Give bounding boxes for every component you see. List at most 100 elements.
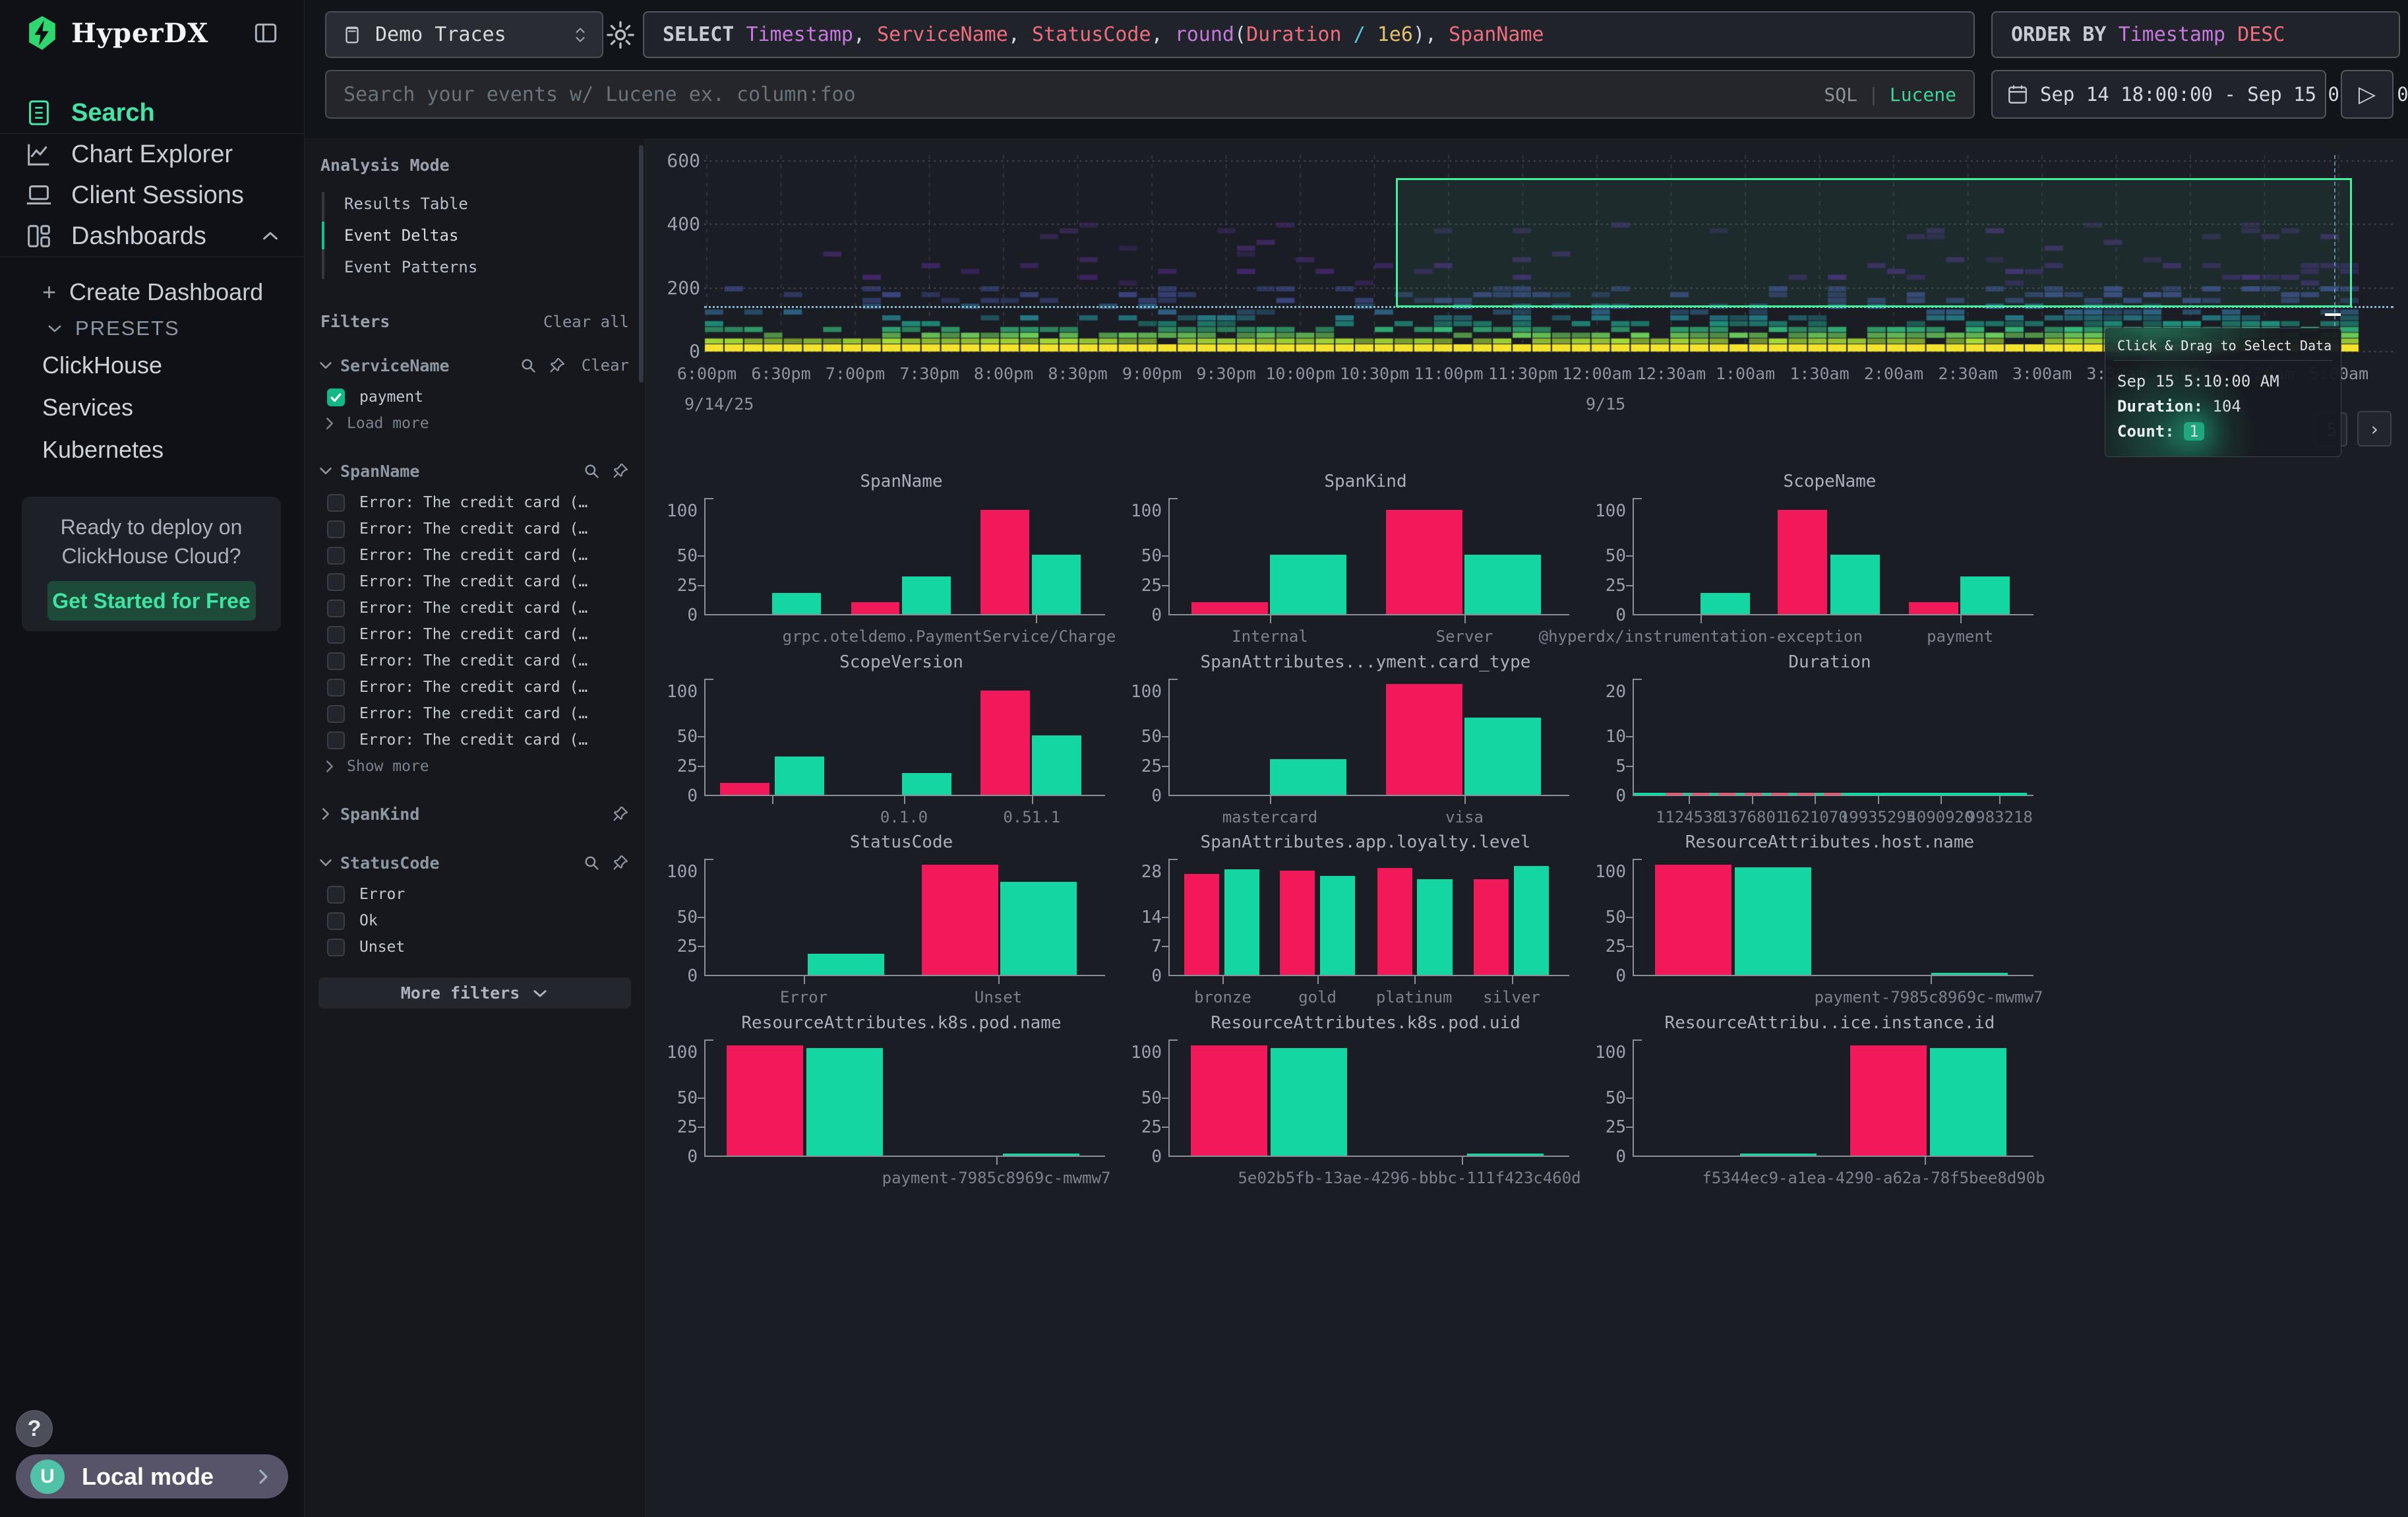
- bar-green: [1417, 879, 1452, 975]
- ytick-label: 50: [1573, 909, 1626, 926]
- checkbox[interactable]: [327, 652, 345, 670]
- bar-green: [1271, 1048, 1347, 1156]
- checkbox[interactable]: [327, 886, 345, 904]
- search-input[interactable]: Search your events w/ Lucene ex. column:…: [325, 70, 1975, 119]
- checkbox[interactable]: [327, 912, 345, 930]
- ytick-label: 100: [1573, 1044, 1626, 1061]
- checkbox[interactable]: [327, 626, 345, 644]
- scrollbar-thumb[interactable]: [639, 145, 644, 383]
- filter-option[interactable]: Error: The credit card (…: [327, 542, 645, 569]
- help-button[interactable]: ?: [16, 1410, 53, 1447]
- filter-option[interactable]: Error: The credit card (…: [327, 700, 645, 727]
- filter-option[interactable]: Ok: [327, 908, 645, 934]
- bar-pink: [727, 1045, 803, 1156]
- sidebar-item-clickhouse[interactable]: ClickHouse: [0, 344, 304, 387]
- chevron-down-icon[interactable]: [318, 357, 334, 373]
- source-select[interactable]: Demo Traces: [325, 11, 603, 58]
- analysis-mode-option-results-table[interactable]: Results Table: [322, 188, 645, 220]
- filter-option[interactable]: Error: The credit card (…: [327, 674, 645, 700]
- clear-all-link[interactable]: Clear all: [543, 313, 629, 331]
- time-tick-label: 10:00pm: [1265, 364, 1335, 383]
- sidebar-item-label: Chart Explorer: [71, 140, 233, 169]
- toggle-sql[interactable]: SQL: [1824, 84, 1857, 106]
- filter-option[interactable]: Error: The credit card (…: [327, 595, 645, 621]
- bar-green: [1740, 1154, 1817, 1156]
- bar-pink: [1184, 874, 1219, 975]
- checkbox[interactable]: [327, 547, 345, 565]
- analysis-mode-option-event-deltas[interactable]: Event Deltas: [322, 220, 645, 251]
- more-filters-button[interactable]: More filters: [318, 977, 631, 1008]
- date-range-picker[interactable]: Sep 14 18:00:00 - Sep 15 05:30:00: [1991, 70, 2326, 119]
- next-page-button[interactable]: ›: [2357, 411, 2392, 447]
- checkbox[interactable]: [327, 600, 345, 617]
- chart-plot: 100502505e02b5fb-13ae-4296-bbbc-111f423c…: [1168, 1039, 1563, 1157]
- checkbox[interactable]: [327, 388, 345, 406]
- ytick-label: 100: [1109, 503, 1162, 520]
- search-icon[interactable]: [583, 462, 600, 480]
- sidebar-item-kubernetes[interactable]: Kubernetes: [0, 429, 304, 471]
- toggle-lucene[interactable]: Lucene: [1890, 84, 1956, 106]
- checkbox[interactable]: [327, 494, 345, 512]
- search-icon[interactable]: [520, 357, 537, 374]
- sidebar-item-client-sessions[interactable]: Client Sessions: [0, 175, 304, 216]
- brand-title: HyperDX: [71, 18, 208, 49]
- filter-option[interactable]: Error: The credit card (…: [327, 648, 645, 674]
- pin-icon[interactable]: [612, 854, 629, 871]
- pin-icon[interactable]: [612, 462, 629, 480]
- clear-filter-link[interactable]: Clear: [582, 356, 629, 375]
- load-more-link[interactable]: Load more: [322, 410, 645, 437]
- get-started-button[interactable]: Get Started for Free: [47, 581, 256, 621]
- show-more-link[interactable]: Show more: [322, 753, 645, 780]
- checkbox[interactable]: [327, 679, 345, 697]
- duration-heatmap[interactable]: [704, 155, 2393, 353]
- sidebar-item-search[interactable]: Search: [0, 92, 304, 133]
- chevron-down-icon[interactable]: [318, 463, 334, 479]
- collapse-sidebar-icon[interactable]: [251, 18, 280, 47]
- gear-icon[interactable]: [604, 18, 637, 51]
- run-query-button[interactable]: ▷: [2341, 70, 2393, 119]
- select-caret-icon: [573, 24, 587, 46]
- bar-pink: [1386, 510, 1462, 614]
- xtick-label: silver: [1483, 988, 1540, 1006]
- checkbox[interactable]: [327, 731, 345, 749]
- drag-selection-box[interactable]: [1396, 178, 2352, 307]
- chart-title: SpanAttributes...yment.card_type: [1168, 652, 1563, 672]
- filter-option[interactable]: Unset: [327, 934, 645, 960]
- filter-group-header-servicename[interactable]: ServiceNameClear: [318, 351, 629, 380]
- search-icon[interactable]: [583, 854, 600, 871]
- sidebar-item-chart-explorer[interactable]: Chart Explorer: [0, 134, 304, 175]
- checkbox[interactable]: [327, 705, 345, 723]
- xtick-label: bronze: [1194, 988, 1251, 1006]
- ytick-label: 50: [645, 547, 698, 565]
- presets-toggle[interactable]: PRESETS: [0, 313, 304, 344]
- filter-group-header-spankind[interactable]: SpanKind: [318, 799, 629, 828]
- create-dashboard-button[interactable]: + Create Dashboard: [0, 272, 304, 313]
- pin-icon[interactable]: [612, 805, 629, 822]
- checkbox[interactable]: [327, 520, 345, 538]
- chevron-down-icon[interactable]: [318, 855, 334, 871]
- filter-option[interactable]: Error: The credit card (…: [327, 569, 645, 595]
- filter-group-header-statuscode[interactable]: StatusCode: [318, 848, 629, 877]
- sidebar-item-services[interactable]: Services: [0, 387, 304, 429]
- filter-group-header-spanname[interactable]: SpanName: [318, 456, 629, 485]
- filter-option[interactable]: Error: The credit card (…: [327, 489, 645, 516]
- filter-option[interactable]: Error: The credit card (…: [327, 516, 645, 542]
- filter-option[interactable]: Error: The credit card (…: [327, 727, 645, 753]
- chevron-up-icon[interactable]: [260, 226, 280, 246]
- select-query-input[interactable]: SELECT Timestamp, ServiceName, StatusCod…: [643, 11, 1975, 58]
- ytick-label: 100: [1109, 1044, 1162, 1061]
- order-by-input[interactable]: ORDER BY Timestamp DESC: [1991, 11, 2400, 58]
- user-menu[interactable]: U Local mode: [16, 1454, 288, 1499]
- pin-icon[interactable]: [549, 357, 566, 374]
- mini-chart-Duration: Duration20105011245381376801162107019935…: [1573, 652, 2035, 829]
- ytick-label: 100: [1573, 863, 1626, 881]
- filter-option[interactable]: Error: [327, 881, 645, 908]
- sidebar-item-dashboards[interactable]: Dashboards: [0, 216, 304, 257]
- filter-option[interactable]: payment: [327, 384, 645, 410]
- checkbox[interactable]: [327, 573, 345, 591]
- chevron-right-icon[interactable]: [318, 806, 334, 822]
- checkbox[interactable]: [327, 939, 345, 956]
- filter-option[interactable]: Error: The credit card (…: [327, 621, 645, 648]
- query-language-toggle[interactable]: SQL | Lucene: [1824, 84, 1956, 106]
- analysis-mode-option-event-patterns[interactable]: Event Patterns: [322, 251, 645, 283]
